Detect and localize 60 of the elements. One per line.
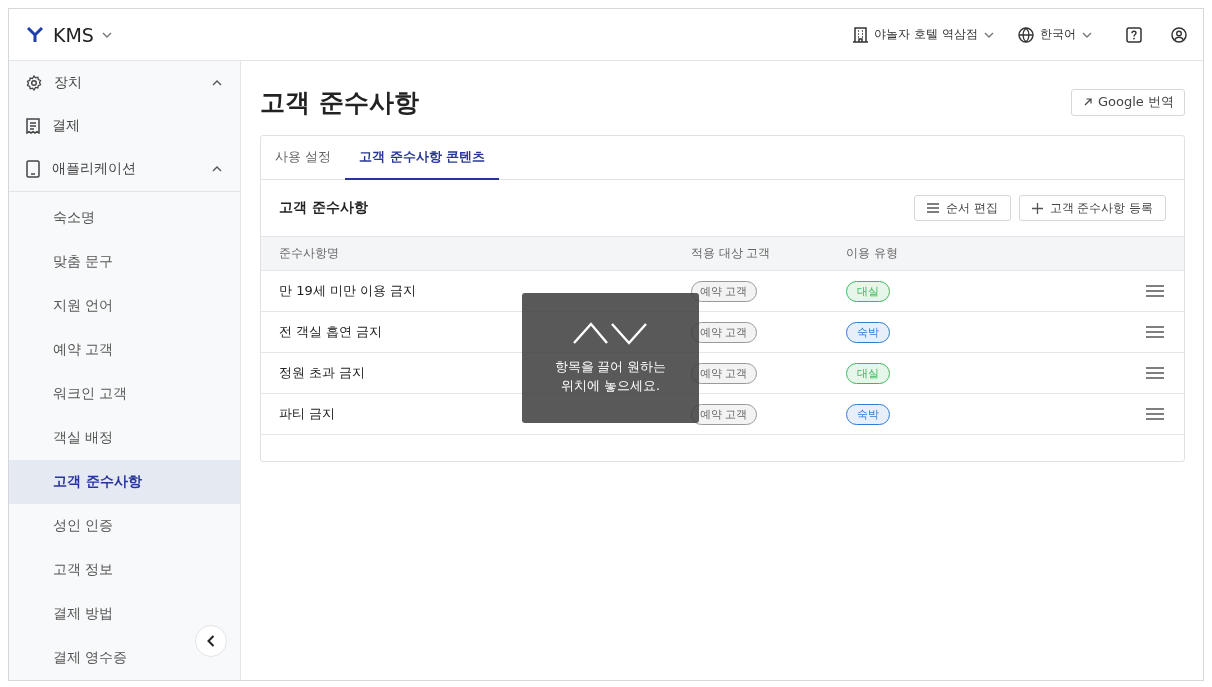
gear-icon xyxy=(26,74,42,91)
sidebar-subitem[interactable]: 지원 언어 xyxy=(9,284,240,328)
sidebar-subitem[interactable]: 워크인 고객 xyxy=(9,372,240,416)
sidebar-item[interactable]: 장치 xyxy=(9,61,240,105)
building-icon xyxy=(853,26,869,43)
page-title: 고객 준수사항 xyxy=(260,86,419,119)
chevron-down-icon xyxy=(984,31,994,38)
usage-type-tag: 숙박 xyxy=(846,403,890,425)
help-icon[interactable] xyxy=(1126,26,1142,43)
brand-name[interactable]: KMS xyxy=(53,23,94,46)
receipt-icon xyxy=(26,118,40,134)
sidebar-subitem[interactable]: 고객 정보 xyxy=(9,548,240,592)
language-selector[interactable]: 한국어 xyxy=(1040,26,1076,43)
globe-icon xyxy=(1018,26,1034,43)
drag-handle-icon[interactable] xyxy=(1146,326,1164,338)
sidebar-subitem[interactable]: 고객 준수사항 xyxy=(9,460,240,504)
sidebar-subitem[interactable]: 맞춤 문구 xyxy=(9,240,240,284)
usage-type-tag: 대실 xyxy=(846,362,890,384)
column-header: 적용 대상 고객 xyxy=(691,246,771,261)
arrow-up-right-icon xyxy=(1084,98,1092,106)
drag-handle-icon[interactable] xyxy=(1146,285,1164,297)
plus-icon xyxy=(1031,202,1043,214)
column-header: 준수사항명 xyxy=(279,246,339,261)
chevron-up-icon xyxy=(212,166,222,173)
table-cell: 파티 금지 xyxy=(279,405,336,423)
user-account-icon[interactable] xyxy=(1171,26,1187,43)
google-translate-button[interactable]: Google 번역 xyxy=(1071,88,1185,116)
chevron-up-icon xyxy=(212,79,222,86)
usage-type-tag: 대실 xyxy=(846,280,890,302)
sidebar-subitem[interactable]: 성인 인증 xyxy=(9,504,240,548)
up-down-chevrons-icon xyxy=(572,321,649,345)
sidebar-item[interactable]: 결제 xyxy=(9,104,240,148)
sidebar-subitem[interactable]: 결제 영수증 xyxy=(9,636,240,680)
table-cell: 만 19세 미만 이용 금지 xyxy=(279,282,417,300)
menu-lines-icon xyxy=(927,203,940,213)
target-tag: 예약 고객 xyxy=(691,280,757,302)
add-button[interactable]: 고객 준수사항 등록 xyxy=(1018,195,1166,221)
chevron-down-icon xyxy=(1082,31,1092,38)
tab[interactable]: 사용 설정 xyxy=(261,136,346,180)
column-header: 이용 유형 xyxy=(846,246,898,261)
collapse-sidebar-button[interactable] xyxy=(195,625,227,657)
property-selector[interactable]: 야놀자 호텔 역삼점 xyxy=(874,26,978,43)
sidebar-item[interactable]: 애플리케이션 xyxy=(9,147,240,191)
sidebar-subitem[interactable]: 객실 배정 xyxy=(9,416,240,460)
drag-handle-icon[interactable] xyxy=(1146,408,1164,420)
chevron-left-icon xyxy=(207,635,215,647)
table-cell: 정원 초과 금지 xyxy=(279,364,366,382)
table-cell: 전 객실 흡연 금지 xyxy=(279,323,383,341)
sidebar-subitem[interactable]: 결제 방법 xyxy=(9,592,240,636)
logo-icon xyxy=(27,26,43,43)
reorder-button[interactable]: 순서 편집 xyxy=(914,195,1011,221)
sidebar-subitem[interactable]: 예약 고객 xyxy=(9,328,240,372)
drag-handle-icon[interactable] xyxy=(1146,367,1164,379)
section-title: 고객 준수사항 xyxy=(279,199,369,217)
tab[interactable]: 고객 준수사항 콘텐츠 xyxy=(345,136,500,180)
sidebar-subitem[interactable]: 숙소명 xyxy=(9,196,240,240)
usage-type-tag: 숙박 xyxy=(846,321,890,343)
chevron-down-icon xyxy=(101,31,112,38)
drag-hint-text: 항목을 끌어 원하는 위치에 놓으세요. xyxy=(553,358,668,395)
tablet-icon xyxy=(26,160,40,179)
